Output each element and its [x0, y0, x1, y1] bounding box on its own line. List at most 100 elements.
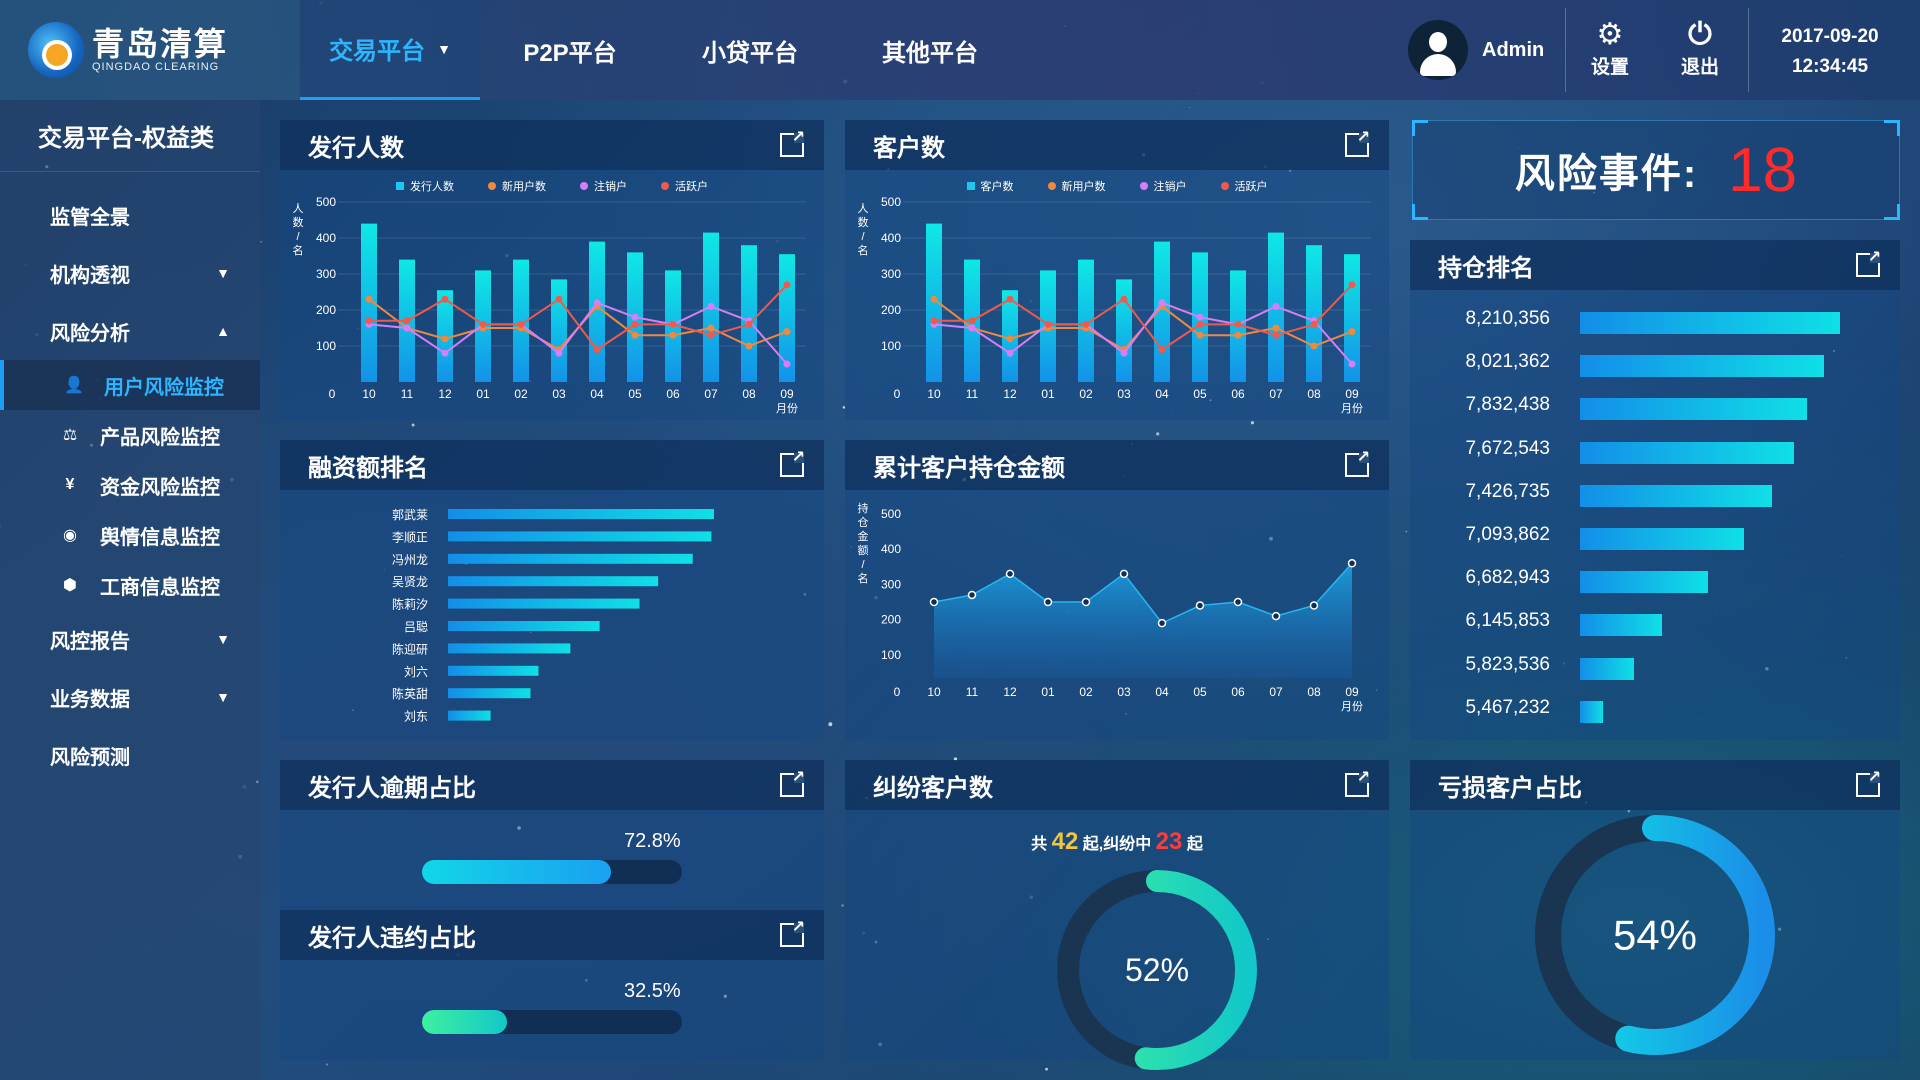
- data-point[interactable]: [1120, 349, 1128, 357]
- data-point[interactable]: [1043, 597, 1053, 607]
- sidebar-item-business-data[interactable]: 业务数据 ▼: [0, 668, 260, 726]
- data-point[interactable]: [1005, 569, 1015, 579]
- brand-logo[interactable]: 青岛清算 QINGDAO CLEARING: [0, 0, 300, 100]
- data-point[interactable]: [1081, 597, 1091, 607]
- bar[interactable]: [448, 665, 539, 676]
- data-point[interactable]: [930, 295, 938, 303]
- logout-button[interactable]: ⏻ 退出: [1670, 18, 1730, 79]
- rank-row[interactable]: 7,093,862: [1410, 516, 1900, 559]
- data-point[interactable]: [1158, 299, 1166, 307]
- sidebar-item-risk-forecast[interactable]: 风险预测: [0, 726, 260, 784]
- expand-icon[interactable]: [780, 917, 805, 947]
- rank-row[interactable]: 6,145,853: [1410, 602, 1900, 645]
- data-point[interactable]: [517, 320, 525, 328]
- sidebar-item-risk-analysis[interactable]: 风险分析 ▲: [0, 302, 260, 360]
- data-point[interactable]: [1006, 295, 1014, 303]
- rank-row[interactable]: 8,210,356: [1410, 300, 1900, 343]
- data-point[interactable]: [1348, 281, 1356, 289]
- data-point[interactable]: [783, 360, 791, 368]
- data-point[interactable]: [745, 342, 753, 350]
- bar[interactable]: [448, 643, 571, 654]
- chevron-up-icon[interactable]: ▲: [216, 323, 230, 339]
- data-point[interactable]: [1157, 618, 1167, 628]
- sidebar-item-overview[interactable]: 监管全景: [0, 186, 260, 244]
- rank-row[interactable]: 7,426,735: [1410, 473, 1900, 516]
- data-point[interactable]: [1347, 559, 1357, 568]
- data-point[interactable]: [1234, 331, 1242, 339]
- data-point[interactable]: [555, 295, 563, 303]
- rank-row[interactable]: 7,672,543: [1410, 430, 1900, 473]
- data-point[interactable]: [1119, 569, 1129, 579]
- tab-microloan-platform[interactable]: 小贷平台: [660, 0, 840, 100]
- bar[interactable]: [448, 710, 491, 721]
- bar[interactable]: [551, 279, 567, 382]
- rank-row[interactable]: 6,682,943: [1410, 559, 1900, 602]
- data-point[interactable]: [968, 317, 976, 325]
- data-point[interactable]: [1120, 295, 1128, 303]
- data-point[interactable]: [1309, 601, 1319, 610]
- data-point[interactable]: [441, 335, 449, 343]
- data-point[interactable]: [1272, 331, 1280, 339]
- sidebar-item-risk-report[interactable]: 风控报告 ▼: [0, 610, 260, 668]
- user-menu[interactable]: Admin: [1408, 0, 1544, 100]
- data-point[interactable]: [1271, 611, 1281, 621]
- bar[interactable]: [448, 531, 712, 542]
- data-point[interactable]: [365, 317, 373, 325]
- sidebar-subitem-product-risk[interactable]: ⚖ 产品风险监控: [0, 410, 260, 460]
- data-point[interactable]: [1310, 342, 1318, 350]
- sidebar-subitem-business-info[interactable]: ⬢ 工商信息监控: [0, 560, 260, 610]
- sidebar-subitem-user-risk[interactable]: 👤 用户风险监控: [0, 360, 260, 410]
- bar[interactable]: [448, 509, 714, 519]
- data-point[interactable]: [1234, 320, 1242, 328]
- data-point[interactable]: [441, 349, 449, 357]
- data-point[interactable]: [631, 313, 639, 321]
- data-point[interactable]: [745, 320, 753, 328]
- tab-p2p-platform[interactable]: P2P平台: [480, 0, 660, 100]
- data-point[interactable]: [967, 590, 977, 600]
- bar[interactable]: [448, 553, 693, 564]
- bar[interactable]: [1306, 245, 1322, 382]
- chevron-down-icon[interactable]: ▼: [216, 265, 230, 281]
- rank-row[interactable]: 5,467,232: [1410, 689, 1900, 732]
- data-point[interactable]: [1272, 302, 1280, 310]
- avatar[interactable]: [1408, 20, 1468, 80]
- bar[interactable]: [448, 621, 600, 631]
- data-point[interactable]: [1158, 346, 1166, 354]
- chevron-down-icon[interactable]: ▼: [216, 689, 230, 705]
- rank-row[interactable]: 8,021,362: [1410, 343, 1900, 386]
- data-point[interactable]: [403, 324, 411, 332]
- data-point[interactable]: [1082, 320, 1090, 328]
- tab-other-platform[interactable]: 其他平台: [840, 0, 1020, 100]
- chevron-down-icon[interactable]: ▼: [437, 41, 451, 57]
- data-point[interactable]: [669, 320, 677, 328]
- expand-icon[interactable]: [780, 447, 805, 477]
- data-point[interactable]: [707, 302, 715, 310]
- expand-icon[interactable]: [1345, 447, 1370, 477]
- bar[interactable]: [448, 688, 531, 699]
- data-point[interactable]: [1195, 601, 1205, 610]
- tab-trading-platform[interactable]: 交易平台 ▼: [300, 0, 480, 100]
- data-point[interactable]: [555, 349, 563, 357]
- bar[interactable]: [448, 576, 659, 587]
- data-point[interactable]: [1196, 313, 1204, 321]
- data-point[interactable]: [669, 331, 677, 339]
- sidebar-item-institutions[interactable]: 机构透视 ▼: [0, 244, 260, 302]
- data-point[interactable]: [479, 320, 487, 328]
- data-point[interactable]: [1233, 597, 1243, 607]
- data-point[interactable]: [1310, 320, 1318, 328]
- data-point[interactable]: [968, 324, 976, 332]
- data-point[interactable]: [1196, 331, 1204, 339]
- bar[interactable]: [1116, 279, 1132, 382]
- data-point[interactable]: [1272, 324, 1280, 332]
- data-point[interactable]: [1196, 320, 1204, 328]
- data-point[interactable]: [631, 320, 639, 328]
- data-point[interactable]: [441, 295, 449, 303]
- data-point[interactable]: [593, 299, 601, 307]
- data-point[interactable]: [1006, 349, 1014, 357]
- data-point[interactable]: [929, 597, 939, 607]
- data-point[interactable]: [707, 324, 715, 332]
- data-point[interactable]: [1348, 328, 1356, 336]
- data-point[interactable]: [930, 317, 938, 325]
- bar[interactable]: [741, 245, 757, 382]
- data-point[interactable]: [783, 281, 791, 289]
